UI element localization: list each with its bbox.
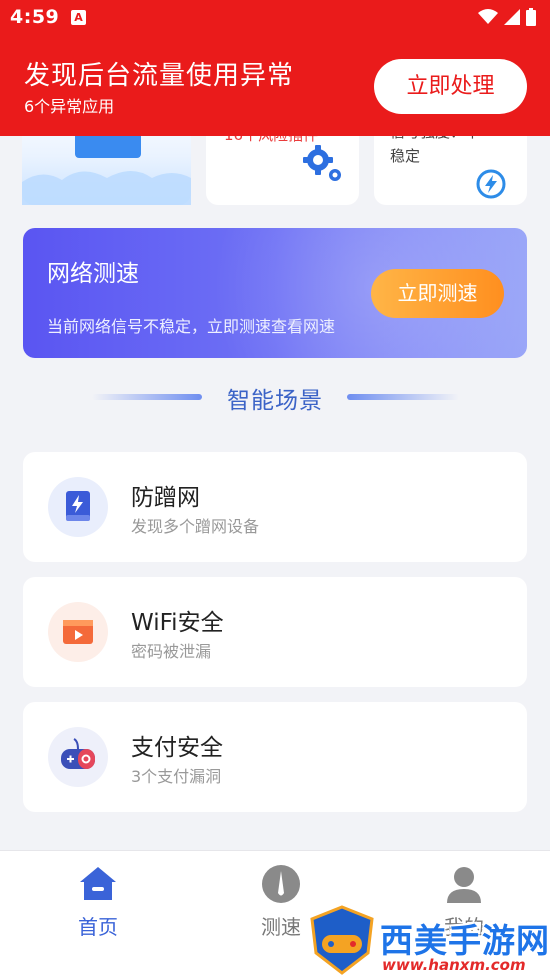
top-card-strip: 16个风险插件 信号强度：中 稳定 [0, 136, 550, 208]
signal-icon [504, 9, 520, 25]
scene-item-payment-security[interactable]: 支付安全 3个支付漏洞 [23, 702, 527, 812]
speedometer-icon [262, 865, 300, 903]
scene-title: WiFi安全 [131, 610, 224, 636]
battery-icon [526, 8, 536, 26]
signal-stability-text: 稳定 [390, 147, 421, 165]
status-bar: 4:59 A [0, 0, 550, 38]
handle-now-button[interactable]: 立即处理 [374, 59, 527, 114]
wifi-icon [478, 9, 498, 24]
nav-label: 首页 [78, 915, 118, 939]
cloud-illustration [22, 171, 191, 205]
watermark-logo [310, 905, 374, 975]
signal-strength-card[interactable]: 信号强度：中 稳定 [374, 136, 527, 205]
gamepad-icon [48, 727, 108, 787]
app-notification-icon: A [71, 10, 86, 25]
alert-subtitle: 6个异常应用 [24, 97, 115, 116]
signal-strength-text: 信号强度：中 [390, 136, 480, 144]
illustration-card[interactable] [22, 136, 191, 205]
section-title: 智能场景 [227, 388, 323, 414]
scene-subtitle: 密码被泄漏 [131, 642, 212, 661]
device-illustration [75, 136, 141, 158]
scene-item-anti-leech[interactable]: 防蹭网 发现多个蹭网设备 [23, 452, 527, 562]
risk-plugin-card[interactable]: 16个风险插件 [206, 136, 359, 205]
watermark-text: 西美手游网 [380, 921, 550, 960]
home-icon [80, 867, 116, 900]
scene-title: 支付安全 [131, 735, 223, 761]
film-play-icon [48, 602, 108, 662]
speed-test-title: 网络测速 [47, 261, 139, 287]
alert-header: 4:59 A 发现后台流量使用异常 6个异常应用 立即处理 [0, 0, 550, 136]
speed-test-banner[interactable]: 网络测速 当前网络信号不稳定，立即测速查看网速 立即测速 [23, 228, 527, 358]
scene-subtitle: 3个支付漏洞 [131, 767, 222, 786]
speed-test-button[interactable]: 立即测速 [371, 269, 504, 318]
scene-title: 防蹭网 [131, 485, 200, 511]
gear-icon [303, 145, 341, 181]
user-icon [447, 867, 481, 903]
scene-item-wifi-security[interactable]: WiFi安全 密码被泄漏 [23, 577, 527, 687]
speed-test-description: 当前网络信号不稳定，立即测速查看网速 [47, 317, 336, 336]
lightning-icon [476, 169, 506, 199]
scene-subtitle: 发现多个蹭网设备 [131, 517, 260, 536]
server-bolt-icon [48, 477, 108, 537]
nav-item-home[interactable]: 首页 [38, 851, 158, 951]
alert-title: 发现后台流量使用异常 [24, 61, 295, 91]
section-divider-right [347, 394, 459, 400]
status-time: 4:59 [10, 6, 60, 28]
watermark-url: www.hanxm.com [382, 956, 526, 974]
